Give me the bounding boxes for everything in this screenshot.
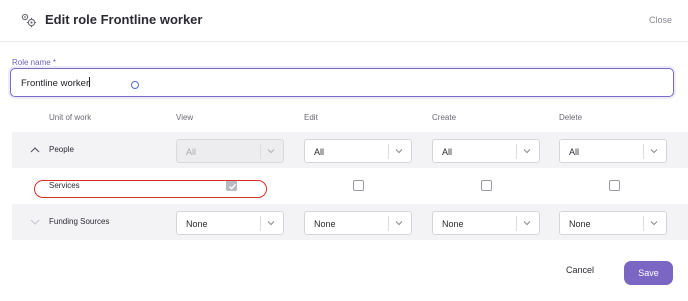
- column-header-edit: Edit: [304, 113, 318, 122]
- chevron-down-icon: [395, 149, 403, 154]
- annotation-highlight-oval: [34, 180, 267, 198]
- select-divider: [643, 144, 644, 159]
- chevron-down-icon: [523, 149, 531, 154]
- create-select[interactable]: All: [432, 139, 540, 163]
- select-divider: [643, 216, 644, 231]
- chevron-down-icon: [267, 149, 275, 154]
- select-divider: [260, 216, 261, 231]
- edit-checkbox[interactable]: [353, 180, 364, 191]
- chevron-down-icon: [267, 221, 275, 226]
- role-name-label: Role name *: [12, 58, 57, 67]
- role-name-value: Frontline worker: [21, 77, 91, 89]
- row-name: Funding Sources: [49, 217, 110, 226]
- select-divider: [516, 144, 517, 159]
- edit-select[interactable]: None: [304, 211, 412, 235]
- select-divider: [388, 216, 389, 231]
- cancel-button[interactable]: Cancel: [566, 265, 594, 275]
- close-button[interactable]: Close: [649, 15, 672, 25]
- select-value: None: [569, 219, 591, 229]
- text-caret: [89, 77, 91, 87]
- edit-select[interactable]: All: [304, 139, 412, 163]
- delete-checkbox[interactable]: [609, 180, 620, 191]
- delete-select[interactable]: None: [559, 211, 667, 235]
- column-header-delete: Delete: [559, 113, 583, 122]
- create-checkbox[interactable]: [481, 180, 492, 191]
- delete-select[interactable]: All: [559, 139, 667, 163]
- chevron-down-icon: [650, 149, 658, 154]
- select-divider: [516, 216, 517, 231]
- table-row-funding-sources: Funding Sources None None None None: [12, 204, 688, 240]
- select-divider: [388, 144, 389, 159]
- save-button[interactable]: Save: [624, 261, 673, 285]
- select-value: None: [314, 219, 336, 229]
- select-value: All: [442, 147, 453, 157]
- column-header-create: Create: [432, 113, 457, 122]
- view-select: All: [176, 139, 284, 163]
- column-header-unit: Unit of work: [49, 113, 92, 122]
- column-header-view: View: [176, 113, 194, 122]
- chevron-down-icon: [523, 221, 531, 226]
- chevron-down-icon: [650, 221, 658, 226]
- modal-header: Edit role Frontline worker Close: [0, 0, 688, 42]
- chevron-down-icon[interactable]: [30, 219, 40, 226]
- table-header: Unit of work View Edit Create Delete: [12, 104, 688, 132]
- select-value: All: [314, 147, 325, 157]
- modal-title: Edit role Frontline worker: [45, 12, 203, 27]
- select-value: All: [186, 147, 197, 157]
- permissions-table: Unit of work View Edit Create Delete Peo…: [12, 104, 688, 240]
- table-row-people: People All All All All: [12, 132, 688, 168]
- chevron-up-icon[interactable]: [30, 146, 40, 153]
- select-value: None: [186, 219, 208, 229]
- chevron-down-icon: [395, 221, 403, 226]
- select-value: None: [442, 219, 464, 229]
- select-divider: [260, 144, 261, 159]
- roles-gear-icon: [21, 13, 37, 28]
- select-value: All: [569, 147, 580, 157]
- create-select[interactable]: None: [432, 211, 540, 235]
- role-name-input[interactable]: Frontline worker: [10, 68, 674, 97]
- mouse-cursor-icon: [131, 81, 139, 89]
- row-name: People: [49, 145, 74, 154]
- view-select[interactable]: None: [176, 211, 284, 235]
